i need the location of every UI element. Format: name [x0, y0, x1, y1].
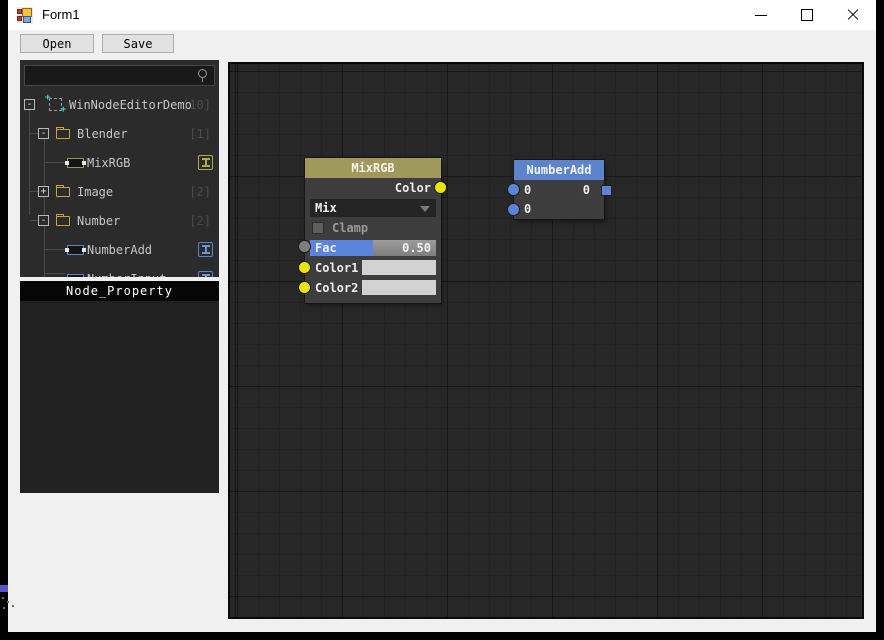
color2-swatch[interactable]: [362, 280, 436, 295]
node-icon: [65, 158, 86, 168]
property-panel-header: Node_Property: [20, 281, 219, 301]
mixrgb-header[interactable]: MixRGB: [305, 158, 441, 178]
socket-input-1[interactable]: [507, 183, 520, 196]
node-editor-icon: [198, 242, 213, 257]
desktop-artifact: [0, 585, 8, 592]
collapse-icon[interactable]: -: [38, 215, 49, 226]
app-icon: [17, 7, 33, 23]
collapse-icon[interactable]: -: [38, 128, 49, 139]
folder-icon: [56, 214, 70, 226]
node-icon: [65, 245, 86, 255]
tree-item-number[interactable]: - Number [2]: [20, 206, 219, 235]
tree-item-image[interactable]: + Image [2]: [20, 177, 219, 206]
clamp-checkbox[interactable]: [312, 222, 324, 234]
search-icon: [198, 69, 207, 82]
fac-label: Fac: [315, 241, 337, 255]
tree-item-blender[interactable]: - Blender [1]: [20, 119, 219, 148]
socket-input-color1[interactable]: [298, 261, 311, 274]
tree-item-winnodeeditordemo[interactable]: - WinNodeEditorDemo [10]: [20, 90, 219, 119]
expand-icon[interactable]: +: [38, 186, 49, 197]
tree-item-numberadd[interactable]: NumberAdd: [20, 235, 219, 264]
maximize-icon: [801, 9, 813, 21]
fac-value: 0.50: [402, 241, 431, 255]
collapse-icon[interactable]: -: [24, 99, 35, 110]
node-tree-panel: - WinNodeEditorDemo [10] - Blender [1] M…: [20, 60, 219, 277]
clamp-label: Clamp: [332, 221, 369, 235]
property-panel-body: [20, 301, 219, 493]
window-title: Form1: [42, 7, 80, 22]
item-count: [10]: [182, 97, 211, 112]
search-input[interactable]: [24, 65, 215, 86]
node-mixrgb[interactable]: MixRGB Color Mix Clamp Fac 0.50 Color1 C…: [298, 158, 447, 303]
fac-slider[interactable]: Fac 0.50: [310, 240, 436, 256]
mixrgb-output-row: Color: [305, 178, 441, 198]
item-count: [1]: [189, 126, 211, 141]
node-editor-icon: [198, 155, 213, 170]
socket-input-2[interactable]: [507, 203, 520, 216]
socket-input-fac[interactable]: [298, 240, 311, 253]
desktop-artifact: [12, 605, 14, 607]
folder-icon: [56, 127, 70, 139]
project-icon: [45, 95, 66, 113]
numberadd-header[interactable]: NumberAdd: [514, 160, 604, 180]
blend-mode-dropdown[interactable]: Mix: [310, 199, 436, 217]
numberadd-row2: 0: [524, 201, 532, 216]
save-button[interactable]: Save: [102, 34, 174, 53]
app-window: Form1 Open Save - WinNodeEditorDemo [10]: [8, 0, 876, 632]
mixrgb-color2-row: Color2: [305, 278, 441, 298]
toolbar: Open Save: [8, 30, 876, 57]
output-value: 0: [582, 182, 590, 197]
maximize-button[interactable]: [784, 0, 830, 30]
desktop-artifact: [2, 597, 4, 599]
node-editor-canvas[interactable]: MixRGB Color Mix Clamp Fac 0.50 Color1 C…: [228, 62, 864, 619]
chevron-down-icon: [420, 206, 430, 212]
item-count: [2]: [189, 213, 211, 228]
numberadd-row1: 0 0: [524, 182, 590, 197]
socket-output-sum[interactable]: [601, 185, 612, 196]
node-editor-icon: [198, 271, 213, 277]
tree-item-mixrgb[interactable]: MixRGB: [20, 148, 219, 177]
mixrgb-blendmode-row: Mix: [305, 198, 441, 218]
item-count: [2]: [189, 184, 211, 199]
output-label: Color: [394, 181, 431, 195]
node-numberadd[interactable]: NumberAdd 0 0 0: [507, 160, 612, 219]
minimize-button[interactable]: [738, 0, 784, 30]
mixrgb-color1-row: Color1: [305, 258, 441, 278]
folder-icon: [56, 185, 70, 197]
close-button[interactable]: [830, 0, 876, 30]
desktop-artifact: [3, 607, 5, 609]
mixrgb-clamp-row: Clamp: [305, 218, 441, 238]
desktop-artifact: [7, 601, 9, 603]
tree-item-numberinput[interactable]: NumberInput: [20, 264, 219, 277]
color1-swatch[interactable]: [362, 260, 436, 275]
open-button[interactable]: Open: [20, 34, 94, 53]
titlebar: Form1: [8, 0, 876, 30]
socket-output-color[interactable]: [434, 181, 447, 194]
node-icon: [67, 274, 84, 277]
socket-input-color2[interactable]: [298, 281, 311, 294]
minimize-icon: [755, 15, 767, 16]
mixrgb-fac-row: Fac 0.50: [305, 238, 441, 258]
